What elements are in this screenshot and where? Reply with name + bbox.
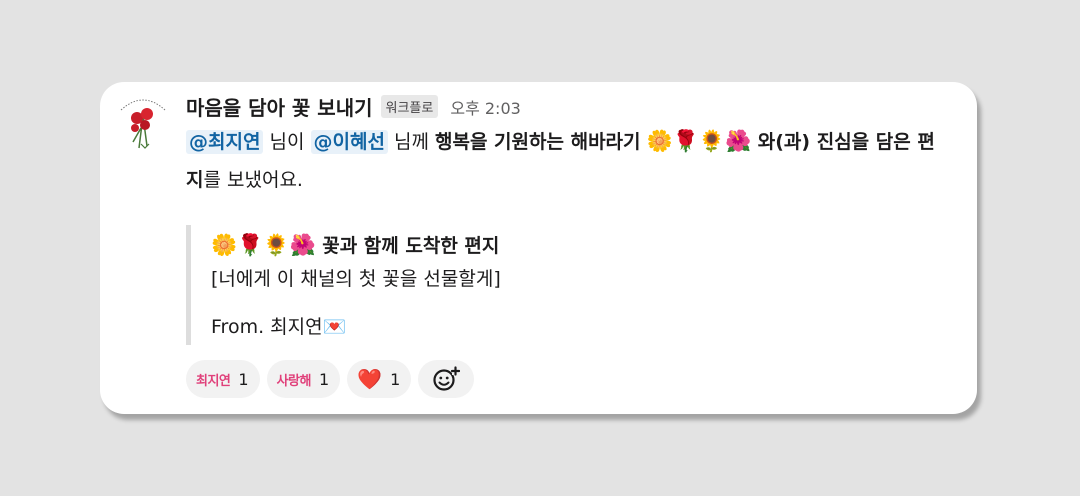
- message-timestamp[interactable]: 오후 2:03: [450, 95, 520, 119]
- reaction-heart[interactable]: ❤️ 1: [347, 360, 412, 398]
- text-segment: 님이: [263, 131, 311, 153]
- reaction-emoji: 사랑해: [276, 373, 312, 389]
- flower-emojis: 🌼🌹🌻🌺: [646, 129, 752, 153]
- flower-emojis: 🌼🌹🌻🌺: [211, 233, 316, 257]
- mention-sender[interactable]: @최지연: [186, 130, 264, 154]
- text-segment: 님께: [387, 131, 435, 153]
- reaction-saranghae[interactable]: 사랑해 1: [266, 360, 341, 398]
- attachment-title: 🌼🌹🌻🌺 꽃과 함께 도착한 편지: [211, 227, 501, 264]
- heart-icon: ❤️: [357, 367, 383, 391]
- text-segment: 와(과): [751, 131, 817, 153]
- add-reaction-button[interactable]: [418, 360, 475, 398]
- reaction-count: 1: [238, 369, 249, 389]
- message-text: @최지연 님이 @이혜선 님께 행복을 기원하는 해바라기 🌼🌹🌻🌺 와(과) …: [186, 122, 946, 199]
- message-header: 마음을 담아 꽃 보내기 워크플로 오후 2:03: [186, 92, 521, 121]
- letter-quote: [너에게 이 채널의 첫 꽃을 선물할게]: [211, 268, 501, 290]
- reaction-choijiyeon[interactable]: 최지연 1: [186, 360, 260, 398]
- attachment-title-text: 꽃과 함께 도착한 편지: [315, 235, 500, 257]
- text-segment: 를 보냈어요.: [203, 169, 303, 191]
- reaction-count: 1: [390, 369, 401, 389]
- add-reaction-icon: [433, 366, 461, 391]
- bold-phrase: 행복을 기원하는 해바라기: [435, 131, 641, 153]
- mention-recipient[interactable]: @이혜선: [310, 130, 388, 154]
- reaction-emoji: 최지연: [196, 373, 231, 389]
- sender-name[interactable]: 마음을 담아 꽃 보내기: [186, 92, 373, 121]
- letter-attachment: 🌼🌹🌻🌺 꽃과 함께 도착한 편지 [너에게 이 채널의 첫 꽃을 선물할게] …: [186, 225, 501, 345]
- letter-from: From. 최지연💌: [211, 316, 347, 338]
- carnation-avatar-icon[interactable]: [117, 88, 169, 154]
- reactions-bar: 최지연 1 사랑해 1 ❤️ 1: [186, 360, 475, 398]
- workflow-badge: 워크플로: [380, 95, 439, 118]
- reaction-count: 1: [318, 369, 330, 389]
